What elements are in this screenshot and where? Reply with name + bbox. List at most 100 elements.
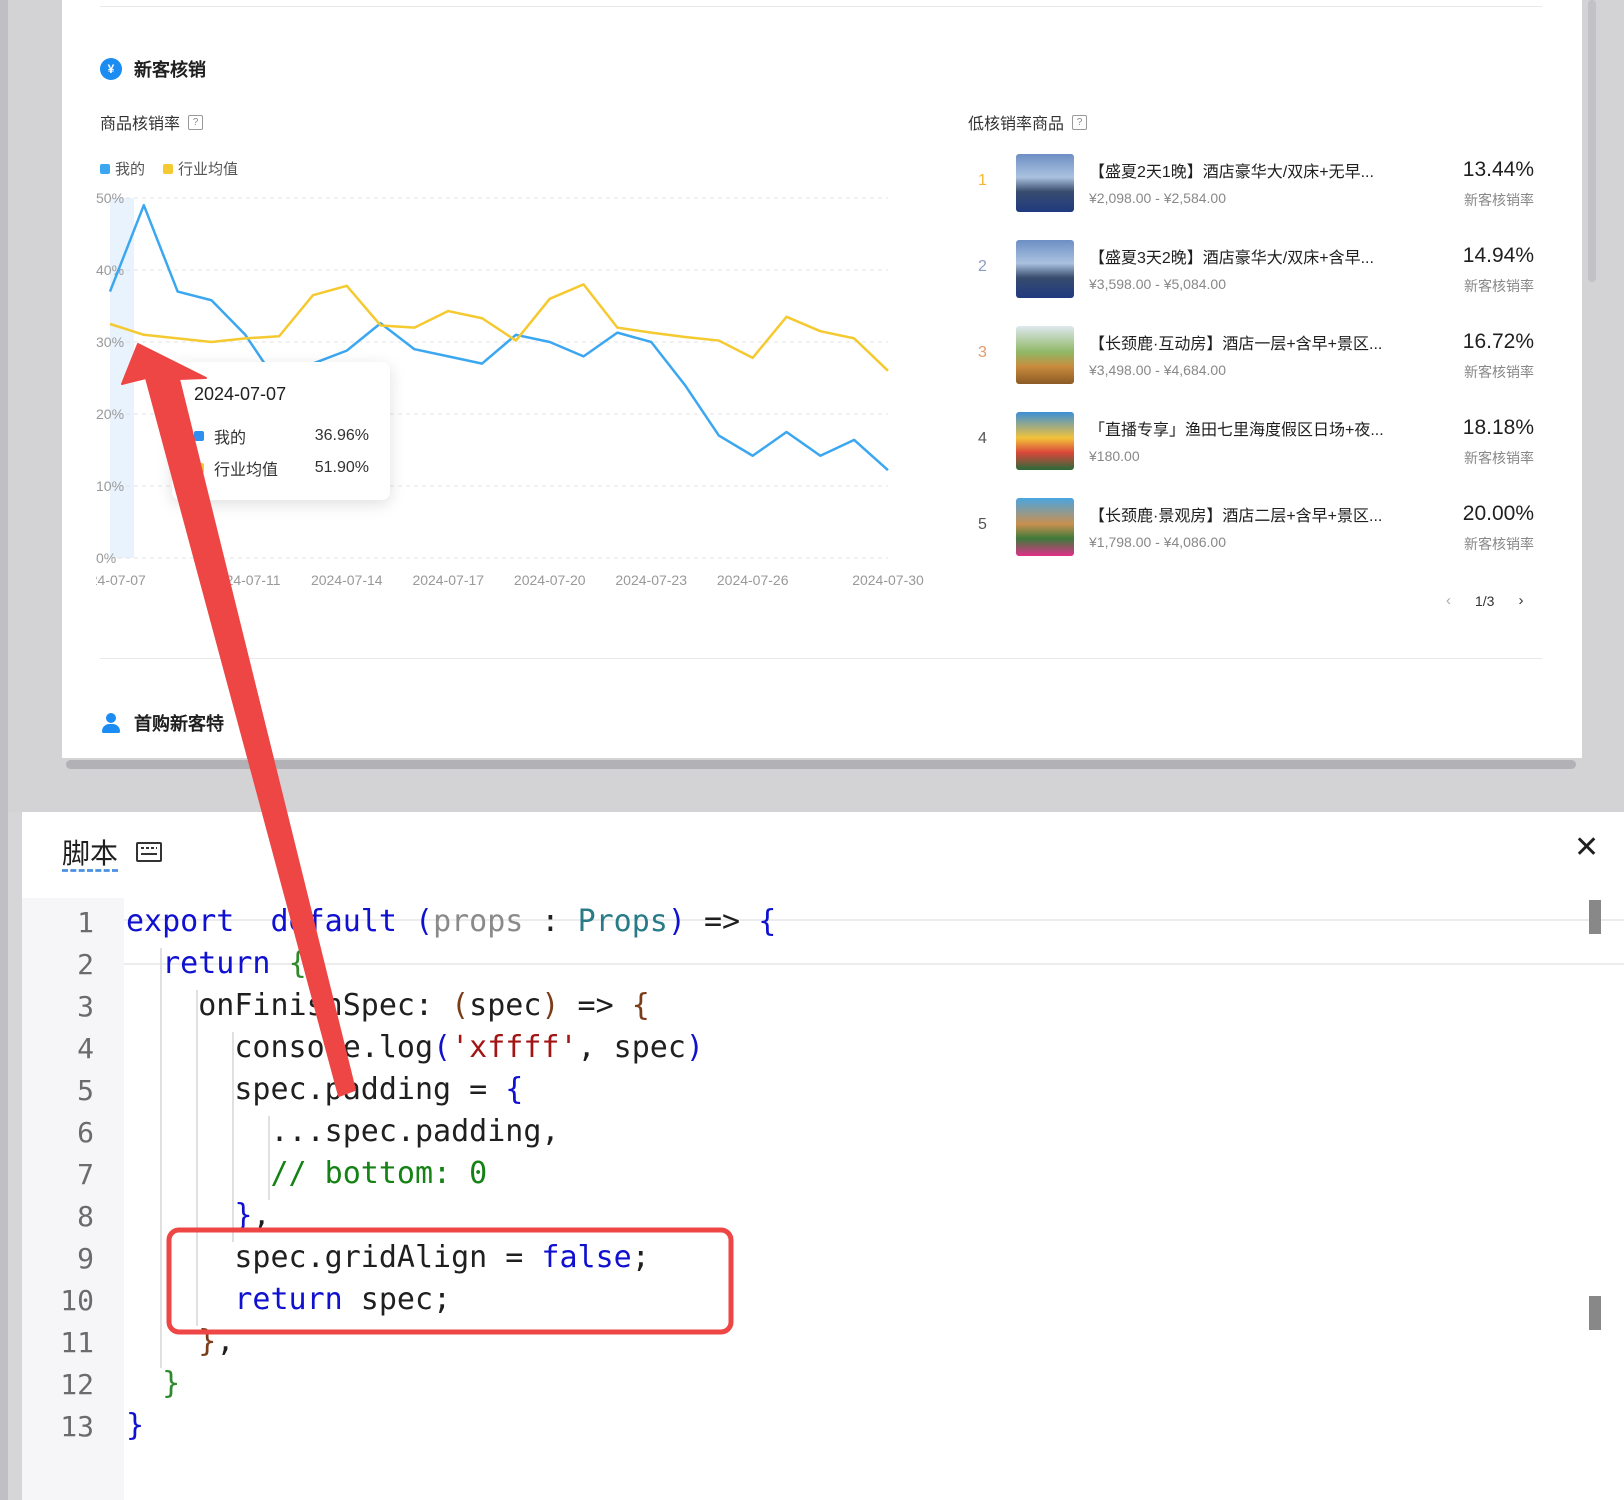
code-line[interactable]: export default (props : Props) => { (126, 904, 776, 939)
legend-item-industry[interactable]: 行业均值 (163, 158, 238, 179)
editor-scrollbar-thumb[interactable] (1589, 900, 1601, 934)
code-token: ) (685, 1030, 704, 1065)
code-line[interactable]: } (126, 1408, 144, 1443)
indent-guide (196, 990, 198, 1326)
line-number: 2 (77, 948, 94, 981)
code-line[interactable]: console.log('xffff', spec) (126, 1030, 704, 1065)
line-number: 7 (77, 1158, 94, 1191)
product-thumbnail (1016, 240, 1074, 298)
section-title: 新客核销 (134, 60, 206, 80)
list-item[interactable]: 4 「直播专享」渔田七里海度假区日场+夜... ¥180.00 18.18% 新… (968, 408, 1548, 474)
list-item[interactable]: 2 【盛夏3天2晚】酒店豪华大/双床+含早... ¥3,598.00 - ¥5,… (968, 236, 1548, 302)
code-line[interactable]: }, (126, 1198, 270, 1233)
code-token: spec (469, 988, 542, 1023)
list-item[interactable]: 3 【长颈鹿·互动房】酒店一层+含早+景区... ¥3,498.00 - ¥4,… (968, 322, 1548, 388)
y-tick-label: 20% (96, 406, 124, 422)
product-price: ¥2,098.00 - ¥2,584.00 (1089, 190, 1227, 206)
line-number: 8 (77, 1200, 94, 1233)
redemption-rate: 18.18% (1462, 416, 1534, 439)
code-line[interactable]: } (126, 1366, 180, 1401)
redemption-rate-label: 新客核销率 (1464, 192, 1534, 208)
code-token: { (505, 1072, 524, 1107)
horizontal-scrollbar[interactable] (66, 760, 1576, 769)
y-tick-label: 0% (96, 550, 116, 566)
legend-item-mine[interactable]: 我的 (100, 158, 145, 179)
redemption-rate: 14.94% (1462, 244, 1534, 267)
line-number: 1 (77, 906, 94, 939)
indent-guide (160, 948, 162, 1368)
tooltip-date: 2024-07-07 (194, 384, 287, 404)
code-line[interactable]: // bottom: 0 (126, 1156, 487, 1191)
code-token: return (126, 1282, 343, 1317)
code-line[interactable]: return { (126, 946, 307, 981)
code-token: spec.padding = (126, 1072, 506, 1107)
line-number: 4 (77, 1032, 94, 1065)
code-line[interactable]: }, (126, 1324, 234, 1359)
list-subtitle: 低核销率商品 ? (968, 110, 1088, 134)
code-token: false (541, 1240, 632, 1275)
chart-tooltip: 2024-07-07 我的 36.96% 行业均值 51.90% (172, 362, 390, 500)
redemption-rate: 13.44% (1462, 158, 1534, 181)
line-number: 6 (77, 1116, 94, 1149)
y-tick-label: 30% (96, 334, 124, 350)
list-item[interactable]: 5 【长颈鹿·景观房】酒店二层+含早+景区... ¥1,798.00 - ¥4,… (968, 494, 1548, 560)
product-name: 【盛夏3天2晚】酒店豪华大/双床+含早... (1089, 250, 1374, 267)
next-page-button[interactable]: › (1518, 592, 1523, 609)
rank-number: 2 (978, 258, 987, 275)
x-tick-label: 2024-07-14 (311, 572, 383, 585)
code-token: de (270, 904, 307, 939)
help-icon[interactable]: ? (1072, 114, 1088, 130)
keyboard-icon[interactable] (136, 842, 163, 862)
editor-title: 脚本 (62, 838, 119, 869)
x-tick-label: 2024-07-20 (514, 572, 586, 585)
tooltip-row-industry: 行业均值 51.90% (194, 456, 369, 480)
code-token: fault (306, 904, 397, 939)
tooltip-label: 我的 (214, 430, 247, 447)
tooltip-row-mine: 我的 36.96% (194, 424, 369, 448)
chart-legend: 我的 行业均值 (100, 158, 238, 179)
code-token: Props (577, 904, 668, 939)
code-token: 'xffff' (451, 1030, 578, 1065)
code-token: // bottom: 0 (126, 1156, 488, 1191)
code-line[interactable]: onFinishSpec: (spec) => { (126, 988, 650, 1023)
y-tick-label: 50% (96, 190, 124, 206)
vertical-scrollbar[interactable] (1588, 0, 1596, 282)
code-token: return (126, 946, 271, 981)
section-new-customer-redemption: ¥ 新客核销 (100, 56, 206, 82)
legend-swatch (163, 163, 174, 174)
tooltip-label: 行业均值 (214, 462, 279, 479)
line-number: 10 (60, 1284, 94, 1317)
x-tick-label: 2024-07-26 (717, 572, 789, 585)
section-title: 首购新客特 (134, 714, 224, 734)
code-token: ...spec.padding, (126, 1114, 560, 1149)
code-token: onFinishSpec: (126, 988, 452, 1023)
code-token: export (126, 904, 235, 939)
code-token: ( (433, 1030, 452, 1065)
rank-number: 5 (978, 516, 987, 533)
rank-number: 1 (978, 172, 987, 189)
line-number: 13 (60, 1410, 94, 1443)
list-item[interactable]: 1 【盛夏2天1晚】酒店豪华大/双床+无早... ¥2,098.00 - ¥2,… (968, 150, 1548, 216)
code-line[interactable]: return spec; (126, 1282, 451, 1317)
left-edge (0, 0, 8, 1500)
help-icon[interactable]: ? (188, 114, 204, 130)
product-name: 【长颈鹿·互动房】酒店一层+含早+景区... (1089, 336, 1383, 353)
prev-page-button[interactable]: ‹ (1446, 592, 1451, 609)
code-line[interactable]: spec.padding = { (126, 1072, 523, 1107)
legend-label: 行业均值 (178, 161, 239, 178)
product-price: ¥1,798.00 - ¥4,086.00 (1089, 534, 1227, 550)
indent-guide (268, 1116, 270, 1200)
close-button[interactable]: ✕ (1574, 830, 1599, 865)
x-tick-label: 2024-07-11 (210, 572, 281, 585)
product-price: ¥3,598.00 - ¥5,084.00 (1089, 276, 1227, 292)
x-tick-label: 2024-07-23 (615, 572, 687, 585)
divider (100, 658, 1542, 659)
rank-number: 4 (978, 430, 987, 447)
x-tick-label: 2024-07-17 (412, 572, 484, 585)
product-thumbnail (1016, 326, 1074, 384)
code-line[interactable]: ...spec.padding, (126, 1114, 559, 1149)
redemption-rate: 20.00% (1462, 502, 1534, 525)
redemption-rate: 16.72% (1462, 330, 1534, 353)
code-line[interactable]: spec.gridAlign = false; (126, 1240, 649, 1275)
code-token: ) (541, 988, 560, 1023)
